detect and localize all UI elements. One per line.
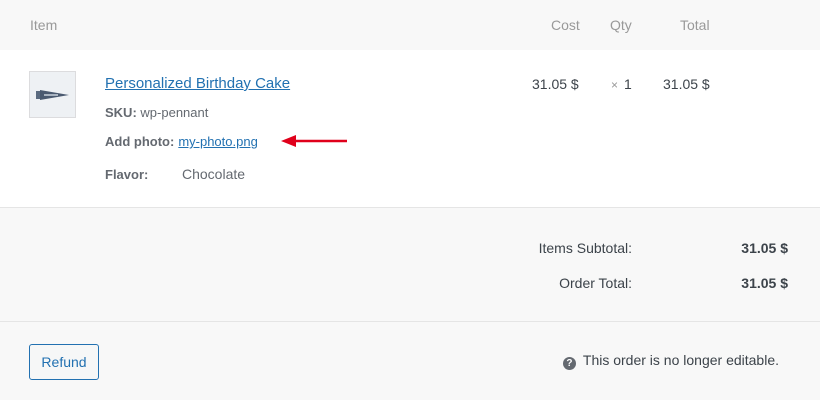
add-photo-label: Add photo: bbox=[105, 134, 175, 149]
help-icon[interactable]: ? bbox=[562, 357, 576, 370]
flavor-label: Flavor: bbox=[105, 167, 149, 182]
items-subtotal-value: 31.05 $ bbox=[741, 240, 788, 256]
notice-text: This order is no longer editable. bbox=[582, 352, 779, 368]
product-name-link[interactable]: Personalized Birthday Cake bbox=[105, 75, 290, 92]
column-header-item: Item bbox=[30, 17, 58, 33]
line-item-row: Personalized Birthday Cake SKU: wp-penna… bbox=[0, 50, 820, 208]
flavor-value: Chocolate bbox=[182, 166, 246, 182]
column-header-total: Total bbox=[680, 17, 710, 33]
photo-file-link[interactable]: my-photo.png bbox=[178, 134, 258, 149]
product-thumbnail[interactable] bbox=[29, 71, 76, 118]
meta-add-photo: Add photo: my-photo.png bbox=[105, 134, 258, 149]
column-header-qty: Qty bbox=[610, 17, 632, 33]
order-total-label: Order Total: bbox=[559, 275, 632, 291]
times-symbol: × bbox=[611, 78, 619, 92]
not-editable-notice: ? This order is no longer editable. bbox=[562, 352, 779, 370]
sku-value: wp-pennant bbox=[140, 105, 209, 120]
sku-label: SKU: bbox=[105, 105, 137, 120]
refund-button[interactable]: Refund bbox=[29, 344, 99, 380]
qty-value: 1 bbox=[624, 76, 632, 92]
item-cost: 31.05 $ bbox=[532, 76, 579, 92]
pennant-icon bbox=[36, 90, 69, 100]
items-table-header: Item Cost Qty Total bbox=[0, 0, 820, 50]
order-totals: Items Subtotal: 31.05 $ Order Total: 31.… bbox=[0, 209, 820, 322]
items-subtotal-label: Items Subtotal: bbox=[538, 240, 632, 256]
column-header-cost: Cost bbox=[551, 17, 580, 33]
order-actions: Refund ? This order is no longer editable… bbox=[0, 322, 820, 400]
product-sku: SKU: wp-pennant bbox=[105, 105, 208, 120]
item-total: 31.05 $ bbox=[663, 76, 710, 92]
red-arrow-icon bbox=[281, 135, 347, 147]
item-qty: × 1 bbox=[611, 76, 632, 92]
order-total-value: 31.05 $ bbox=[741, 275, 788, 291]
